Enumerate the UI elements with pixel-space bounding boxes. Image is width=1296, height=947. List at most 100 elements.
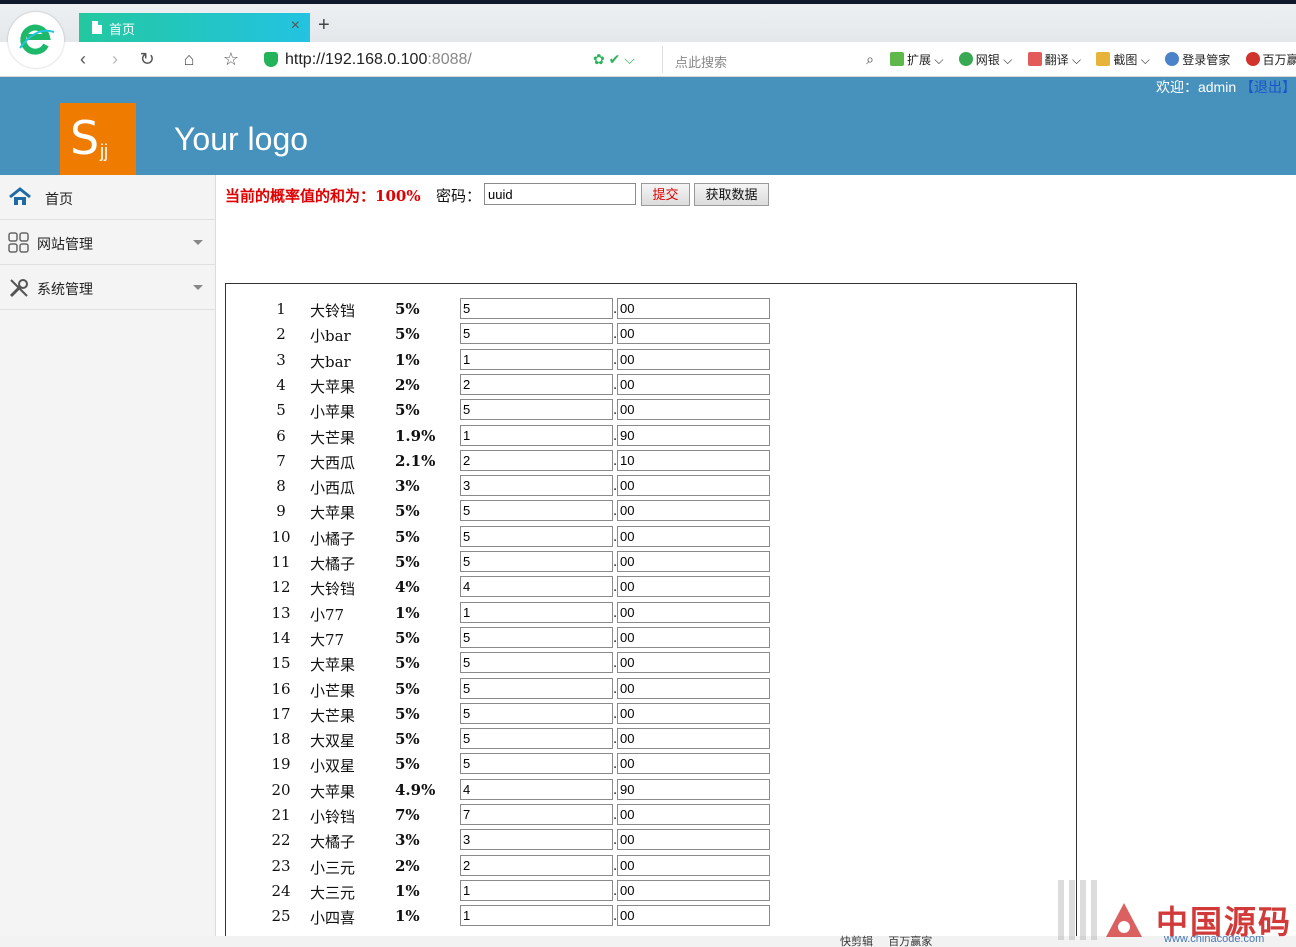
decimal-input[interactable]: [617, 500, 770, 522]
item-name: 大77: [310, 630, 345, 649]
item-probability: 1%: [395, 881, 420, 900]
table-row: 24大三元1%.: [226, 879, 1076, 904]
decimal-input[interactable]: [617, 829, 770, 851]
integer-input[interactable]: [460, 399, 613, 421]
row-number: 6: [276, 426, 286, 445]
integer-input[interactable]: [460, 424, 613, 446]
item-name: 小四喜: [310, 909, 356, 928]
decimal-input[interactable]: [617, 424, 770, 446]
submit-button[interactable]: 提交: [641, 183, 690, 206]
toolbar-login-manager[interactable]: 登录管家: [1165, 52, 1230, 67]
password-input[interactable]: [484, 183, 636, 205]
decimal-input[interactable]: [617, 728, 770, 750]
integer-input[interactable]: [460, 551, 613, 572]
item-probability: 5%: [395, 654, 420, 673]
integer-input[interactable]: [460, 702, 613, 724]
decimal-input[interactable]: [617, 449, 770, 471]
tab-close-button[interactable]: ×: [291, 17, 300, 35]
decimal-input[interactable]: [617, 778, 770, 800]
decimal-input[interactable]: [617, 373, 770, 395]
decimal-input[interactable]: [617, 626, 770, 648]
status-item-million[interactable]: 百万赢家: [888, 936, 932, 947]
decimal-input[interactable]: [617, 905, 770, 927]
item-probability: 4%: [395, 578, 420, 597]
integer-input[interactable]: [460, 677, 613, 699]
search-icon[interactable]: ⌕: [866, 51, 874, 68]
back-arrow-icon[interactable]: ‹: [72, 48, 94, 70]
decimal-input[interactable]: [617, 348, 770, 370]
integer-input[interactable]: [460, 323, 613, 345]
integer-input[interactable]: [460, 500, 613, 522]
integer-input[interactable]: [460, 829, 613, 851]
decimal-input[interactable]: [617, 551, 770, 572]
integer-input[interactable]: [460, 728, 613, 750]
decimal-input[interactable]: [617, 323, 770, 345]
integer-input[interactable]: [460, 576, 613, 598]
integer-input[interactable]: [460, 854, 613, 876]
decimal-input[interactable]: [617, 475, 770, 497]
logout-link[interactable]: 【退出】: [1240, 79, 1296, 95]
document-icon: [92, 21, 102, 34]
new-tab-button[interactable]: +: [318, 14, 330, 37]
item-probability: 7%: [395, 806, 420, 824]
address-tools-icon[interactable]: ✿ ✔ ⌵: [593, 51, 635, 68]
decimal-input[interactable]: [617, 677, 770, 699]
decimal-input[interactable]: [617, 525, 770, 547]
integer-input[interactable]: [460, 475, 613, 497]
decimal-input[interactable]: [617, 298, 770, 319]
browser-tab-home[interactable]: 首页 ×: [79, 13, 310, 42]
item-name: 大铃铛: [310, 302, 356, 320]
integer-input[interactable]: [460, 879, 613, 901]
table-row: 12大铃铛4%.: [226, 575, 1076, 600]
row-number: 21: [271, 806, 291, 824]
row-number: 14: [271, 628, 291, 647]
refresh-icon[interactable]: ↻: [136, 48, 158, 70]
integer-input[interactable]: [460, 753, 613, 775]
home-icon[interactable]: ⌂: [178, 48, 200, 70]
sidebar-item-system-management[interactable]: 系统管理: [0, 265, 215, 310]
toolbar-million[interactable]: 百万赢: [1245, 52, 1296, 67]
integer-input[interactable]: [460, 601, 613, 623]
forward-arrow-icon[interactable]: ›: [104, 48, 126, 70]
decimal-input[interactable]: [617, 652, 770, 674]
decimal-input[interactable]: [617, 879, 770, 901]
toolbar-screenshot[interactable]: 截图 ⌵: [1096, 52, 1150, 67]
decimal-input[interactable]: [617, 702, 770, 724]
integer-input[interactable]: [460, 449, 613, 471]
url-host: http://192.168.0.100: [285, 51, 428, 68]
integer-input[interactable]: [460, 298, 613, 319]
address-url[interactable]: http://192.168.0.100:8088/: [285, 51, 472, 69]
search-box[interactable]: 点此搜索 ⌕: [662, 46, 878, 73]
decimal-input[interactable]: [617, 601, 770, 623]
integer-input[interactable]: [460, 804, 613, 825]
chevron-down-icon: [193, 285, 203, 290]
decimal-input[interactable]: [617, 804, 770, 825]
integer-input[interactable]: [460, 905, 613, 927]
toolbar-extensions[interactable]: 扩展 ⌵: [890, 52, 943, 67]
logo-text: Your logo: [174, 121, 309, 157]
decimal-input[interactable]: [617, 576, 770, 598]
item-probability: 1%: [395, 603, 420, 622]
integer-input[interactable]: [460, 373, 613, 395]
table-row: 6大芒果1.9%.: [226, 424, 1076, 449]
integer-input[interactable]: [460, 778, 613, 800]
fetch-data-button[interactable]: 获取数据: [694, 183, 769, 206]
sidebar-item-site-management[interactable]: 网站管理: [0, 220, 215, 265]
integer-input[interactable]: [460, 348, 613, 370]
star-icon[interactable]: ☆: [220, 48, 242, 70]
logo-sub: jj: [100, 141, 108, 161]
item-name: 大芒果: [310, 706, 356, 725]
sidebar-item-home[interactable]: 首页: [0, 175, 215, 220]
toolbar-translate[interactable]: 翻译 ⌵: [1027, 52, 1081, 67]
integer-input[interactable]: [460, 525, 613, 547]
integer-input[interactable]: [460, 652, 613, 674]
decimal-input[interactable]: [617, 854, 770, 876]
welcome-text: 欢迎：admin: [1155, 79, 1237, 95]
decimal-input[interactable]: [617, 399, 770, 421]
chevron-down-icon: [193, 240, 203, 245]
status-item-clip[interactable]: 快剪辑: [840, 936, 873, 947]
item-probability: 1.9%: [395, 426, 436, 445]
decimal-input[interactable]: [617, 753, 770, 775]
integer-input[interactable]: [460, 626, 613, 648]
toolbar-bank[interactable]: 网银 ⌵: [958, 52, 1012, 67]
